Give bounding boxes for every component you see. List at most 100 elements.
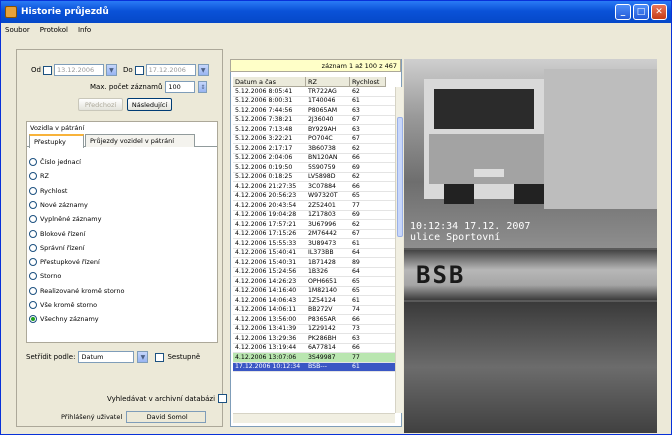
desc-checkbox[interactable]: [155, 352, 165, 362]
sort-select[interactable]: Datum: [78, 351, 135, 363]
table-cell: TR722AG: [308, 87, 337, 95]
scroll-thumb[interactable]: [397, 117, 403, 237]
table-row[interactable]: 4.12.2006 17:15:26 2M76442 67: [233, 230, 395, 239]
table-row[interactable]: 4.12.2006 15:24:56 1B326 64: [233, 268, 395, 277]
window-title: Historie průjezdů: [21, 7, 109, 17]
table-row[interactable]: 4.12.2006 14:26:23 OPH6651 65: [233, 277, 395, 287]
col-speed[interactable]: Rychlost: [350, 77, 386, 87]
table-row[interactable]: 4.12.2006 15:40:31 1B71428 89: [233, 258, 395, 268]
table-cell: 62: [352, 173, 360, 181]
radio-icon[interactable]: [29, 172, 37, 181]
option-radio[interactable]: RZ: [29, 172, 49, 181]
col-datetime[interactable]: Datum a čas: [233, 77, 306, 87]
radio-icon[interactable]: [29, 200, 37, 209]
paging-buttons: Předchozí Následující: [78, 98, 172, 111]
spinner-icon[interactable]: ⇕: [198, 81, 208, 93]
to-date-field[interactable]: 17.12.2006: [145, 64, 196, 76]
menu-protokol[interactable]: Protokol: [40, 26, 68, 34]
table-row[interactable]: 4.12.2006 15:40:41 IL373BB 64: [233, 249, 395, 258]
radio-icon[interactable]: [29, 229, 37, 238]
menu-soubor[interactable]: Soubor: [5, 26, 30, 34]
option-radio[interactable]: Blokové řízení: [29, 229, 85, 238]
from-checkbox[interactable]: [42, 65, 52, 75]
table-row[interactable]: 4.12.2006 13:29:36 PK286BH 63: [233, 334, 395, 344]
sort-dropdown-icon[interactable]: ▼: [137, 351, 149, 363]
table-row[interactable]: 4.12.2006 21:27:35 3C07884 66: [233, 182, 395, 192]
col-rz[interactable]: RZ: [306, 77, 350, 87]
radio-icon[interactable]: [29, 186, 37, 195]
user-label: Přihlášený uživatel: [61, 413, 123, 421]
option-radio[interactable]: Realizované kromě storno: [29, 286, 124, 295]
table-row[interactable]: 5.12.2006 7:13:48 BY929AH 63: [233, 125, 395, 135]
radio-icon[interactable]: [29, 301, 37, 309]
table-row[interactable]: 4.12.2006 14:16:40 1M82140 65: [233, 287, 395, 296]
next-button[interactable]: Následující: [127, 98, 172, 111]
table-cell: 64: [352, 249, 360, 257]
menu-info[interactable]: Info: [78, 26, 91, 34]
table-cell: 65: [352, 277, 360, 285]
option-radio[interactable]: Vyplněné záznamy: [29, 215, 101, 224]
option-radio[interactable]: Správní řízení: [29, 243, 85, 252]
table-row[interactable]: 17.12.2006 10:12:34 BSB--- 61: [233, 362, 395, 372]
close-icon[interactable]: ✕: [651, 4, 667, 20]
to-checkbox[interactable]: [134, 65, 144, 75]
radio-icon[interactable]: [29, 258, 37, 267]
table-row[interactable]: 5.12.2006 0:19:50 5S90759 69: [233, 163, 395, 173]
option-radio[interactable]: Nové záznamy: [29, 200, 88, 209]
table-row[interactable]: 5.12.2006 7:38:21 2J36040 67: [233, 116, 395, 125]
table-row[interactable]: 5.12.2006 7:44:56 P8065AM 63: [233, 106, 395, 116]
table-row[interactable]: 4.12.2006 14:06:43 1Z54124 61: [233, 296, 395, 306]
table-row[interactable]: 4.12.2006 20:43:54 2Z52401 77: [233, 201, 395, 211]
table-cell: 66: [352, 182, 360, 190]
option-label: Všechny záznamy: [40, 315, 99, 324]
table-row[interactable]: 5.12.2006 8:05:41 TR722AG 62: [233, 87, 395, 97]
table-row[interactable]: 5.12.2006 8:00:31 1T40046 61: [233, 97, 395, 106]
table-row[interactable]: 4.12.2006 20:56:23 W97320T 65: [233, 192, 395, 201]
to-dropdown-icon[interactable]: ▼: [197, 64, 209, 76]
from-dropdown-icon[interactable]: ▼: [105, 64, 117, 76]
max-records-row: Max. počet záznamů 100 ⇕: [90, 81, 208, 93]
record-count-banner: záznam 1 až 100 z 467: [230, 59, 401, 72]
option-radio[interactable]: Přestupkové řízení: [29, 258, 100, 267]
table-row[interactable]: 5.12.2006 2:04:06 BN120AN 66: [233, 154, 395, 163]
horizontal-scrollbar[interactable]: [233, 413, 395, 423]
minimize-icon[interactable]: _: [615, 4, 631, 20]
table-row[interactable]: 4.12.2006 13:07:06 3S49987 77: [233, 353, 395, 363]
table-row[interactable]: 4.12.2006 14:06:11 BB272V 74: [233, 306, 395, 315]
tab-pruzjezdy[interactable]: Průjezdy vozidel v pátrání: [85, 134, 195, 147]
archive-checkbox[interactable]: [218, 394, 228, 403]
radio-icon[interactable]: [29, 315, 37, 324]
radio-icon[interactable]: [29, 158, 37, 166]
table-row[interactable]: 5.12.2006 3:22:21 PO704C 67: [233, 135, 395, 144]
maximize-icon[interactable]: □: [633, 4, 649, 20]
option-radio[interactable]: Vše kromě storno: [29, 301, 97, 309]
max-records-field[interactable]: 100: [165, 81, 196, 93]
option-radio[interactable]: Storno: [29, 272, 61, 281]
table-cell: 4.12.2006 14:06:43: [235, 296, 297, 304]
tab-prestupky[interactable]: Přestupky: [29, 134, 84, 148]
table-row[interactable]: 5.12.2006 2:17:17 3B60738 62: [233, 144, 395, 154]
radio-icon[interactable]: [29, 243, 37, 252]
radio-icon[interactable]: [29, 286, 37, 295]
radio-icon[interactable]: [29, 272, 37, 281]
table-row[interactable]: 5.12.2006 0:18:25 LV5898D 62: [233, 173, 395, 182]
table-header: Datum a čas RZ Rychlost: [233, 77, 386, 87]
table-row[interactable]: 4.12.2006 17:57:21 3U67996 62: [233, 220, 395, 230]
table-cell: 5.12.2006 0:19:50: [235, 163, 293, 171]
radio-icon[interactable]: [29, 215, 37, 224]
option-radio[interactable]: Rychlost: [29, 186, 67, 195]
table-row[interactable]: 4.12.2006 13:19:44 6A77814 66: [233, 344, 395, 353]
vertical-scrollbar[interactable]: [395, 87, 403, 413]
prev-button[interactable]: Předchozí: [78, 98, 123, 111]
option-radio[interactable]: Číslo jednací: [29, 158, 81, 166]
table-row[interactable]: 4.12.2006 15:55:33 3U89473 61: [233, 239, 395, 249]
table-cell: 89: [352, 258, 360, 266]
table-body: 5.12.2006 8:05:41 TR722AG 62 5.12.2006 8:00…: [233, 87, 395, 372]
from-date-field[interactable]: 13.12.2006: [53, 64, 104, 76]
table-row[interactable]: 4.12.2006 13:41:39 1Z29142 73: [233, 325, 395, 334]
table-row[interactable]: 4.12.2006 13:56:00 P8365AR 66: [233, 315, 395, 325]
table-cell: 67: [352, 135, 360, 143]
table-cell: PO704C: [308, 135, 333, 143]
option-radio[interactable]: Všechny záznamy: [29, 315, 99, 324]
table-row[interactable]: 4.12.2006 19:04:28 1Z17803 69: [233, 211, 395, 220]
